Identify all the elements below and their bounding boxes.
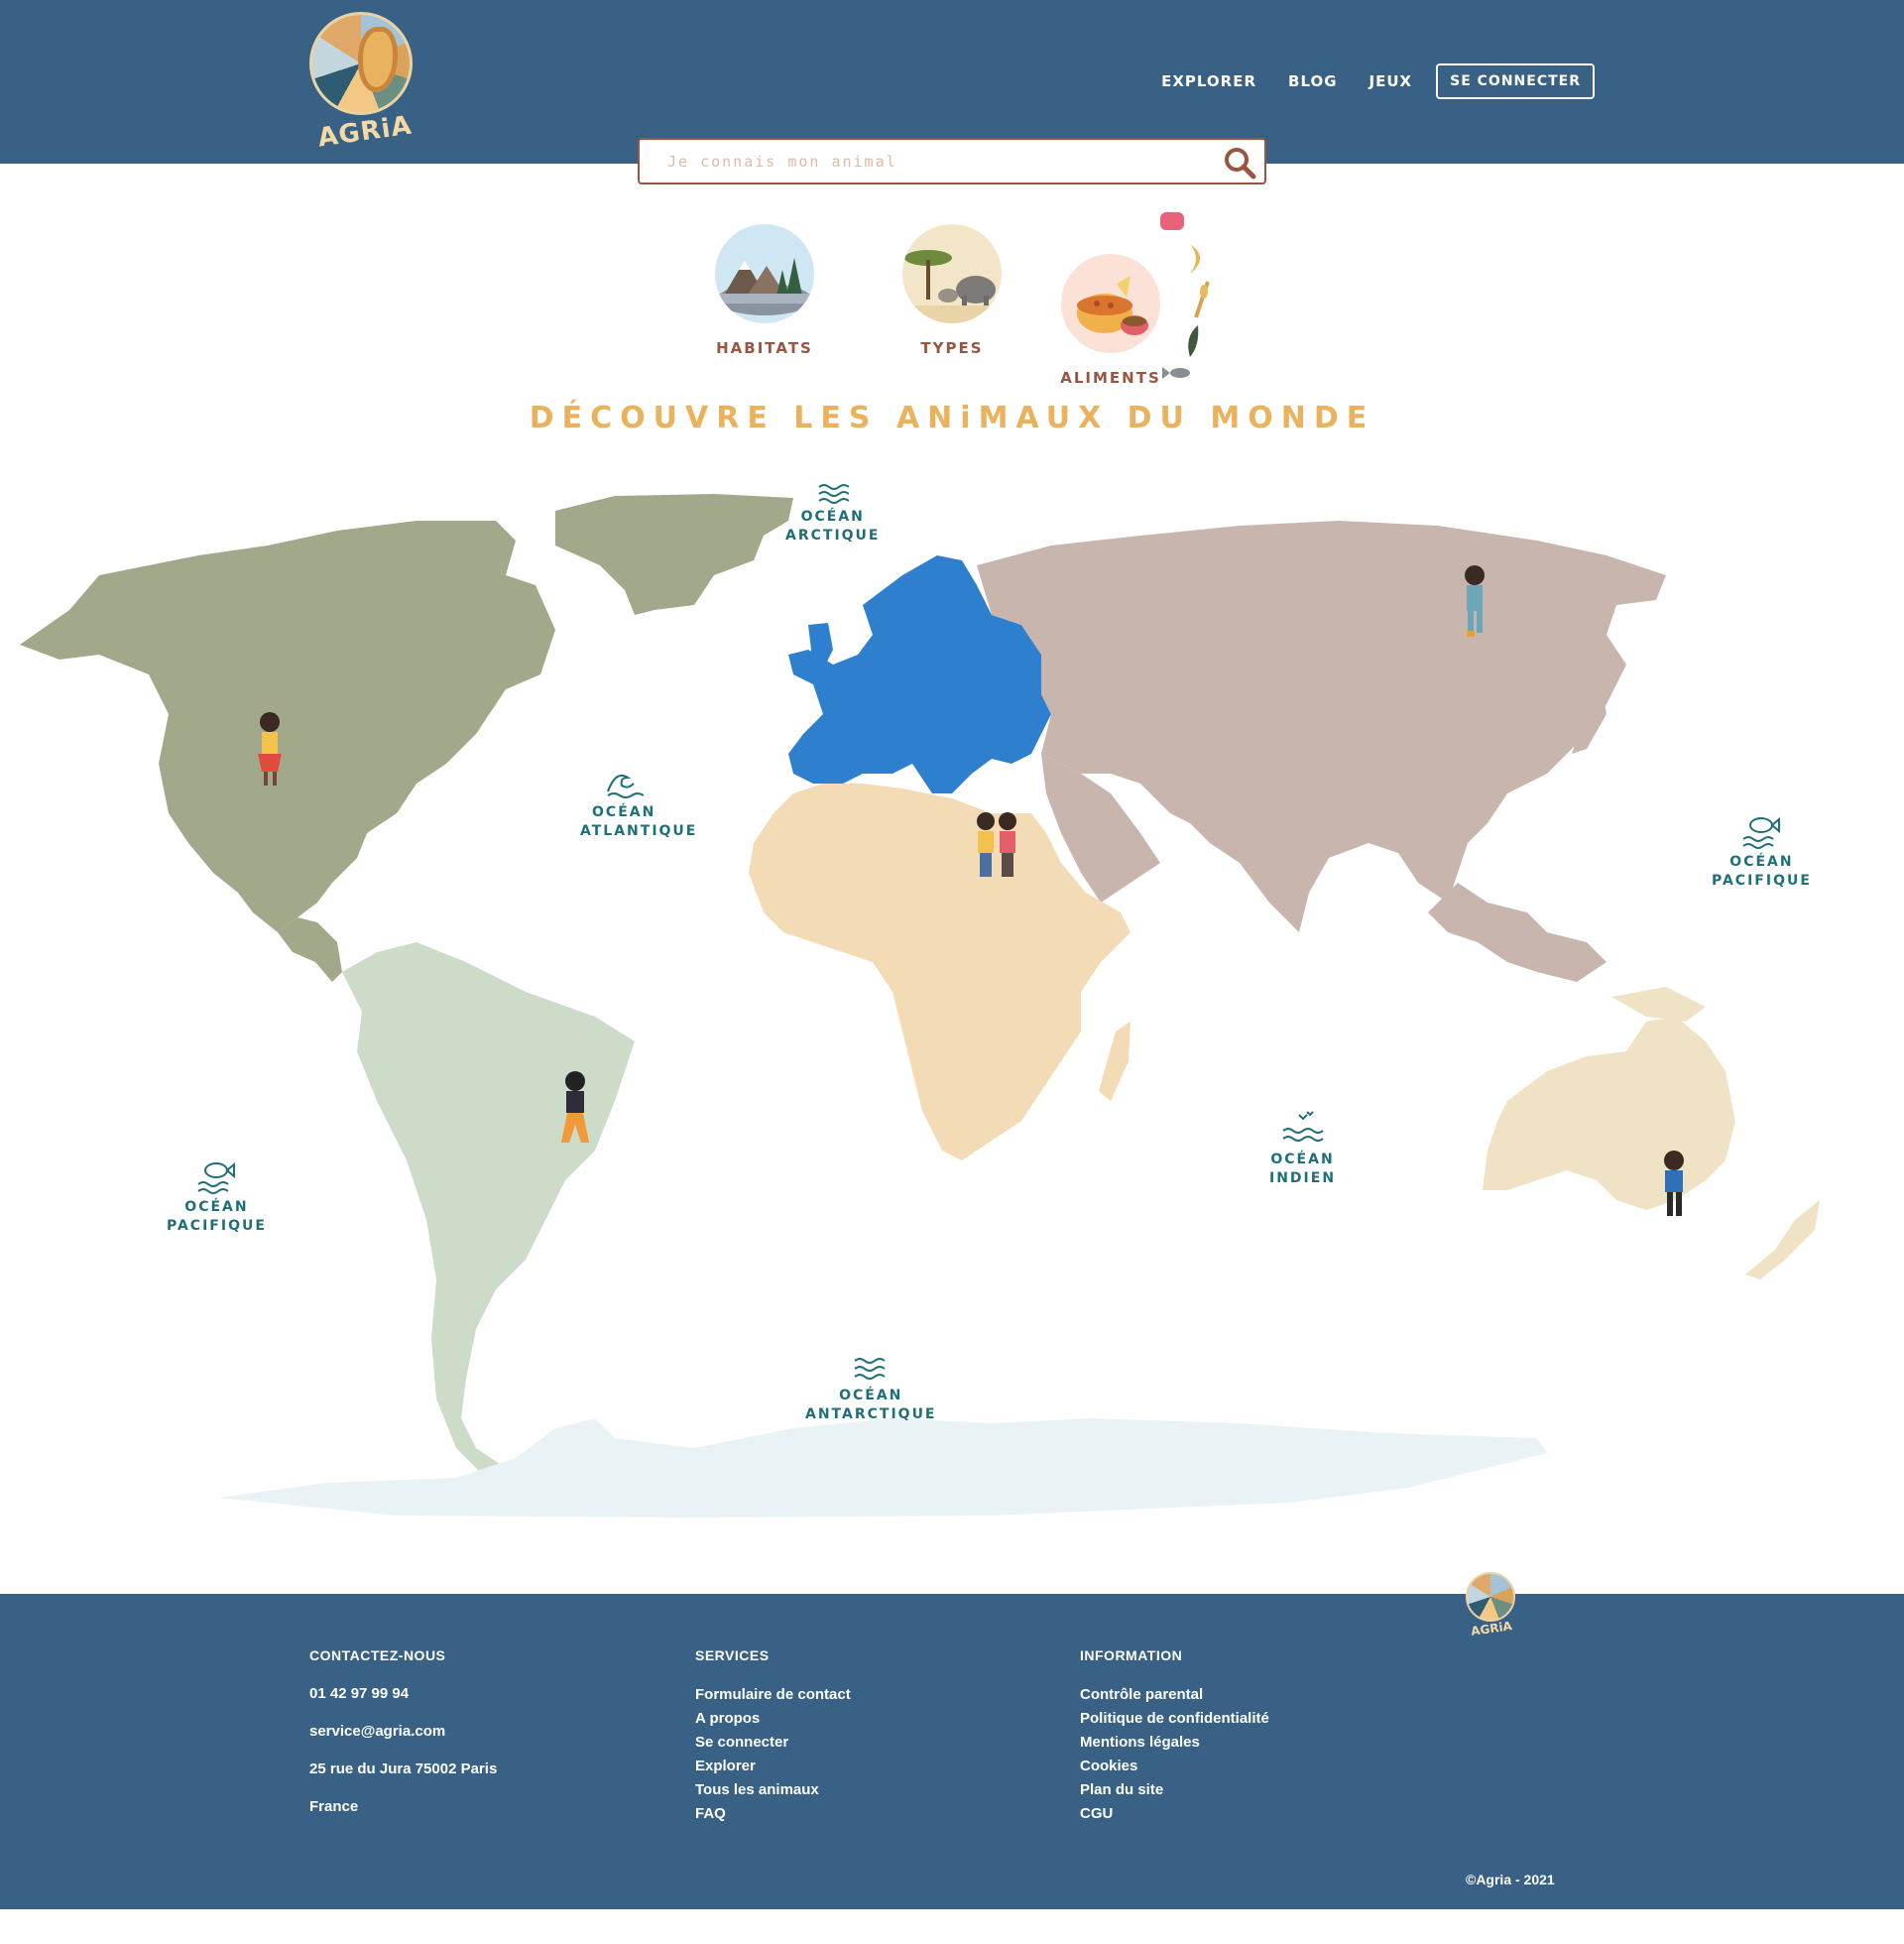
site-footer: AGRiA CONTACTEZ-NOUS 01 42 97 99 94 serv… [0,1572,1904,1909]
region-new-zealand[interactable] [1745,1200,1820,1279]
region-south-america[interactable] [342,942,635,1473]
ocean-name: ANTARCTiQUE [805,1406,937,1422]
banana-icon [1190,244,1200,274]
footer-information: INFORMATION Contrôle parental Politique … [1080,1647,1269,1828]
contact-country: France [309,1798,359,1815]
footer-link[interactable]: Mentions légales [1080,1733,1269,1752]
nav-blog[interactable]: BLOG [1288,72,1338,90]
category-aliments[interactable]: ALiMENTS [1059,254,1162,387]
copyright: ©Agria - 2021 [1466,1872,1555,1887]
types-illustration [902,224,1002,323]
ocean-pacific-east[interactable]: OCÉAN PACiFiQUE [1712,813,1812,891]
region-greenland[interactable] [555,494,793,615]
footer-services: SERVICES Formulaire de contact A propos … [695,1647,851,1828]
region-antarctica[interactable] [218,1418,1547,1518]
search-icon[interactable] [1223,146,1256,180]
footer-link[interactable]: A propos [695,1709,851,1728]
footer-logo[interactable]: AGRiA [1466,1572,1517,1641]
footer-link[interactable]: Se connecter [695,1733,851,1752]
ocean-name: OCÉAN [800,509,865,525]
footer-link[interactable]: CGU [1080,1804,1269,1823]
region-southeast-asia[interactable] [1428,883,1606,982]
meat-icon [1160,212,1184,230]
footer-heading: SERVICES [695,1647,770,1663]
fish-wave-icon [197,1161,236,1194]
ocean-name: OCÉAN [1270,1152,1335,1167]
footer-link[interactable]: Contrôle parental [1080,1685,1269,1704]
footer-contact: CONTACTEZ-NOUS 01 42 97 99 94 service@ag… [309,1647,497,1836]
category-label: ALiMENTS [1060,369,1161,387]
footer-link[interactable]: FAQ [695,1804,851,1823]
footer-link[interactable]: Formulaire de contact [695,1685,851,1704]
wheat-icon [1194,281,1210,318]
food-icons-column [1160,212,1210,379]
aliments-illustration [1061,254,1160,353]
ocean-name: OCÉAN [184,1199,249,1215]
ocean-name: PACiFiQUE [1712,873,1812,889]
footer-link[interactable]: Cookies [1080,1757,1269,1775]
region-australia[interactable] [1483,1017,1735,1210]
ocean-name: OCÉAN [1729,854,1794,870]
region-north-america[interactable] [20,521,555,932]
ocean-name: PACiFiQUE [167,1218,267,1234]
ocean-antarctic[interactable]: OCÉAN ANTARCTiQUE [805,1355,937,1424]
category-label: TYPES [920,339,984,357]
footer-link[interactable]: Plan du site [1080,1780,1269,1799]
login-button[interactable]: SE CONNECTER [1436,63,1595,99]
ocean-arctic[interactable]: OCÉAN ARCTiQUE [785,482,880,546]
region-new-guinea[interactable] [1611,987,1706,1022]
ocean-indian[interactable]: OCÉAN iNDiEN [1269,1109,1336,1188]
nav-jeux[interactable]: JEUX [1369,72,1413,90]
ocean-name: iNDiEN [1269,1170,1337,1186]
habitats-illustration [715,224,814,323]
logo-globe-icon [1466,1572,1515,1622]
agria-logo[interactable]: AGRiA [298,8,426,155]
contact-phone[interactable]: 01 42 97 99 94 [309,1685,497,1702]
wave-swirl-icon [607,774,645,798]
waves-birds-icon [1281,1111,1324,1142]
ocean-pacific-west[interactable]: OCÉAN PACiFiQUE [167,1158,267,1236]
waves-icon [854,1358,886,1380]
main-nav: EXPLORER BLOG JEUX SE CONNECTER [1130,63,1595,99]
footer-heading: CONTACTEZ-NOUS [309,1647,446,1663]
world-map [20,494,1820,1518]
page-title: DÉCOUVRE LES ANiMAUX DU MONDE [529,401,1375,435]
contact-email[interactable]: service@agria.com [309,1723,497,1740]
footer-link[interactable]: Explorer [695,1757,851,1775]
ocean-name: OCÉAN [839,1388,903,1403]
waves-icon [818,484,849,504]
logo-text: AGRiA [315,110,415,154]
search-bar [638,138,1266,184]
region-madagascar[interactable] [1099,1022,1130,1101]
footer-link[interactable]: Tous les animaux [695,1780,851,1799]
ocean-name: ARCTiQUE [785,528,881,544]
ocean-name: OCÉAN [592,804,656,820]
plant-icon [1188,325,1199,357]
ocean-name: ATLANTiQUE [580,823,698,839]
search-input[interactable] [667,150,1183,174]
category-label: HABiTATS [716,339,813,357]
ocean-atlantic[interactable]: OCÉAN ATLANTiQUE [550,766,697,841]
character-oceania[interactable] [1664,1151,1684,1216]
fish-icon [1162,367,1190,379]
fish-wave-icon [1742,816,1781,849]
contact-address: 25 rue du Jura 75002 Paris [309,1761,498,1777]
category-types[interactable]: TYPES [897,224,1007,357]
logo-globe-icon [309,12,413,115]
region-central-america[interactable] [278,917,342,982]
footer-link[interactable]: Politique de confidentialité [1080,1709,1269,1728]
category-habitats[interactable]: HABiTATS [710,224,819,357]
nav-explorer[interactable]: EXPLORER [1161,72,1256,90]
footer-heading: INFORMATION [1080,1647,1183,1663]
logo-text: AGRiA [1470,1619,1513,1639]
